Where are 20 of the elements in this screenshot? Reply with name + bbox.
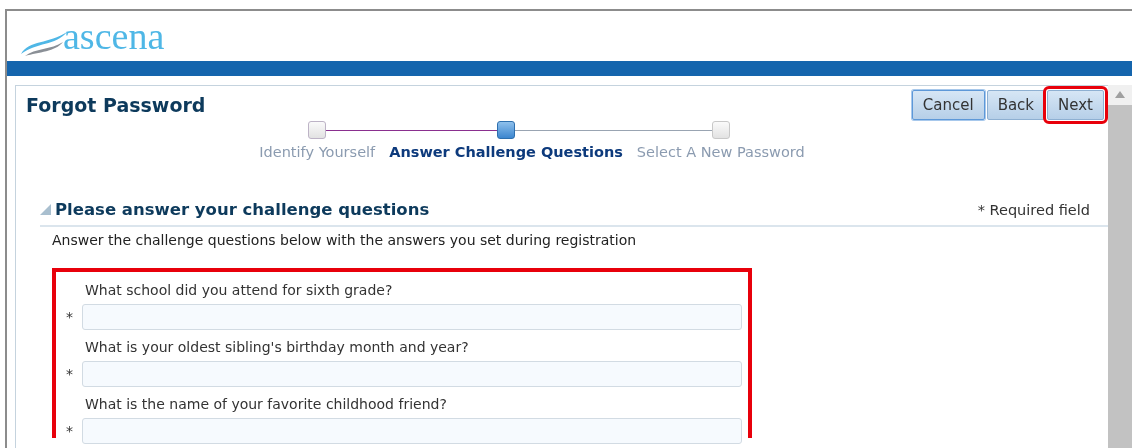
nav-button[interactable]: Cancel (911, 90, 985, 120)
disclosure-icon[interactable] (40, 204, 51, 215)
section-title: Please answer your challenge questions (55, 200, 431, 219)
required-mark: * (66, 366, 74, 382)
question-label: What is your oldest sibling's birthday month and year? (85, 339, 470, 357)
question-label: What school did you attend for sixth grade? (85, 282, 394, 300)
required-note: * Required field (977, 201, 1090, 218)
question-label: What is the name of your favorite childhood friend? (85, 396, 448, 414)
required-mark: * (66, 309, 74, 325)
page-title: Forgot Password (26, 94, 206, 118)
nav-button[interactable]: Back (986, 90, 1046, 120)
scrollbar[interactable] (1108, 85, 1132, 448)
answer-field[interactable] (82, 418, 742, 444)
scroll-up-icon[interactable] (1115, 91, 1125, 98)
required-mark: * (66, 423, 74, 439)
instructions: Answer the challenge questions below with the answers you set during registration (52, 232, 638, 248)
step-tab[interactable]: Answer Challenge Questions (382, 140, 630, 160)
answer-field[interactable] (82, 304, 742, 330)
logo-text: ascena (63, 17, 165, 55)
answer-field[interactable] (82, 361, 742, 387)
